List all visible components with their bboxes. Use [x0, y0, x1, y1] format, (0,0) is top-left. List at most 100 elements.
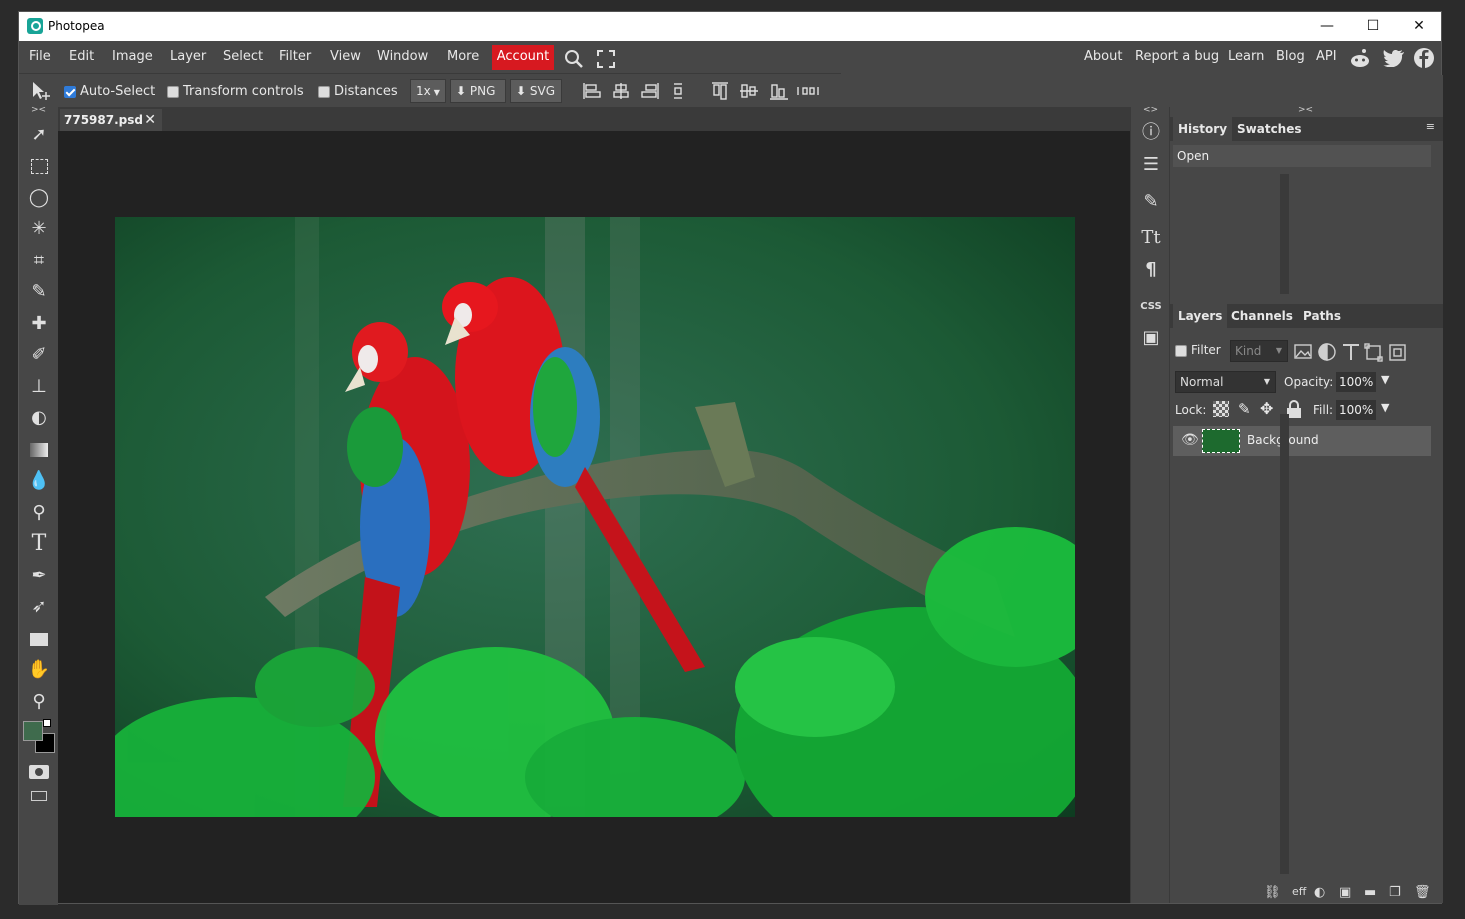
layers-panel-footer: ⛓ eff ◐ ▣ ▬ ❐ 🗑 — [1170, 885, 1443, 903]
menu-report-bug[interactable]: Report a bug — [1135, 49, 1219, 64]
layer-thumbnail — [1202, 429, 1240, 453]
layer-mask-icon[interactable]: ▣ — [1339, 885, 1351, 900]
auto-select-checkbox[interactable] — [64, 86, 76, 98]
collapse-panels-icon[interactable]: >< — [1298, 105, 1313, 115]
lock-position-icon[interactable]: ✥ — [1260, 399, 1273, 418]
transform-controls-checkbox[interactable] — [167, 86, 179, 98]
info-icon[interactable]: ⓘ — [1139, 121, 1163, 145]
quick-mask-icon[interactable] — [29, 765, 49, 779]
tab-layers[interactable]: Layers — [1173, 304, 1228, 328]
eraser-tool-icon[interactable]: ◐ — [25, 404, 53, 432]
pen-tool-icon[interactable]: ✒ — [25, 562, 53, 590]
tab-swatches[interactable]: Swatches — [1232, 117, 1307, 141]
brush-settings-icon[interactable]: ✎ — [1139, 190, 1163, 214]
menu-filter[interactable]: Filter — [279, 49, 311, 64]
kind-placeholder: Kind — [1235, 344, 1262, 358]
document-canvas[interactable] — [115, 217, 1075, 817]
layer-row[interactable]: 👁 Background — [1173, 426, 1431, 456]
delete-layer-icon[interactable]: 🗑 — [1414, 885, 1431, 900]
document-tab[interactable]: 775987.psd ✕ — [60, 109, 162, 131]
tab-channels[interactable]: Channels — [1226, 304, 1298, 328]
paragraph-icon[interactable]: ¶ — [1139, 258, 1163, 282]
menu-edit[interactable]: Edit — [69, 49, 94, 64]
history-scrollbar[interactable] — [1280, 174, 1289, 294]
menu-more[interactable]: More — [447, 49, 479, 64]
filter-checkbox[interactable] — [1175, 345, 1187, 357]
lasso-tool-icon[interactable]: ◯ — [25, 184, 53, 212]
menu-blog[interactable]: Blog — [1276, 49, 1305, 64]
rectangle-tool-icon[interactable] — [25, 625, 53, 653]
tab-history[interactable]: History — [1173, 117, 1233, 141]
layer-effects-button[interactable]: eff — [1292, 885, 1306, 898]
expand-strip-icon[interactable]: <> — [1143, 105, 1158, 115]
export-svg-button[interactable]: ⬇ SVG — [510, 79, 562, 103]
dodge-tool-icon[interactable]: ⚲ — [25, 499, 53, 527]
opacity-dropdown-icon[interactable]: ▼ — [1381, 373, 1389, 386]
menu-view[interactable]: View — [330, 49, 361, 64]
foreground-color-swatch-front[interactable] — [23, 721, 43, 741]
hand-tool-icon[interactable]: ✋ — [25, 656, 53, 684]
move-tool-icon[interactable]: ➚ — [25, 121, 53, 149]
gradient-tool-icon[interactable] — [25, 436, 53, 464]
menu-layer[interactable]: Layer — [170, 49, 206, 64]
menu-window[interactable]: Window — [377, 49, 428, 64]
minimize-button[interactable]: — — [1304, 12, 1350, 41]
link-layers-icon[interactable]: ⛓ — [1264, 885, 1281, 900]
menu-learn[interactable]: Learn — [1228, 49, 1264, 64]
eyedropper-tool-icon[interactable]: ✎ — [25, 278, 53, 306]
reddit-icon[interactable] — [1349, 48, 1371, 68]
fullscreen-icon[interactable] — [597, 50, 615, 68]
zoom-select[interactable]: 1x ▼ — [410, 79, 446, 103]
brush-tool-icon[interactable]: ✐ — [25, 341, 53, 369]
document-tab-bar: 775987.psd ✕ — [58, 107, 1130, 131]
fill-input[interactable]: 100% — [1336, 400, 1376, 420]
blend-mode-select[interactable]: Normal ▼ — [1175, 371, 1276, 393]
export-png-button[interactable]: ⬇ PNG — [450, 79, 506, 103]
menu-file[interactable]: File — [29, 49, 51, 64]
blur-tool-icon[interactable]: 💧 — [25, 467, 53, 495]
menu-select[interactable]: Select — [223, 49, 263, 64]
fill-dropdown-icon[interactable]: ▼ — [1381, 401, 1389, 414]
account-button[interactable]: Account — [492, 45, 554, 70]
adjustments-icon[interactable]: ☰ — [1139, 153, 1163, 177]
collapse-toolbox-icon[interactable]: >< — [31, 105, 46, 115]
adjustment-layer-icon[interactable]: ◐ — [1314, 885, 1325, 900]
path-select-tool-icon[interactable]: ➶ — [25, 593, 53, 621]
healing-brush-tool-icon[interactable]: ✚ — [25, 310, 53, 338]
screen-mode-icon[interactable] — [31, 791, 47, 801]
lock-pixels-icon[interactable]: ✎ — [1238, 400, 1251, 418]
magic-wand-tool-icon[interactable]: ✳ — [25, 215, 53, 243]
align-left-icon — [583, 83, 601, 99]
layers-scrollbar[interactable] — [1280, 414, 1289, 874]
menu-about[interactable]: About — [1084, 49, 1122, 64]
panel-menu-icon[interactable]: ≡ — [1426, 120, 1435, 133]
menu-api[interactable]: API — [1316, 49, 1337, 64]
twitter-icon[interactable] — [1383, 49, 1405, 67]
maximize-button[interactable]: ☐ — [1350, 12, 1396, 41]
tab-paths[interactable]: Paths — [1298, 304, 1346, 328]
clone-stamp-tool-icon[interactable]: ⊥ — [25, 373, 53, 401]
move-tool-icon[interactable] — [29, 80, 53, 102]
visibility-eye-icon[interactable]: 👁 — [1181, 432, 1199, 448]
type-tool-icon[interactable]: T — [25, 530, 53, 558]
shape-filter-icon — [1364, 343, 1383, 362]
close-tab-icon[interactable]: ✕ — [144, 109, 156, 131]
facebook-icon[interactable] — [1414, 48, 1434, 68]
history-item[interactable]: Open — [1173, 145, 1431, 167]
crop-tool-icon[interactable]: ⌗ — [25, 247, 53, 275]
character-icon[interactable]: Tt — [1139, 226, 1163, 250]
kind-select[interactable]: Kind ▼ — [1230, 340, 1288, 362]
default-colors-icon[interactable] — [43, 719, 51, 727]
css-icon[interactable]: CSS — [1139, 295, 1163, 319]
distances-checkbox[interactable] — [318, 86, 330, 98]
new-group-icon[interactable]: ▬ — [1364, 885, 1376, 900]
search-icon[interactable] — [564, 49, 584, 69]
image-icon[interactable]: ▣ — [1139, 326, 1163, 350]
zoom-tool-icon[interactable]: ⚲ — [25, 688, 53, 716]
close-button[interactable]: ✕ — [1396, 12, 1442, 41]
lock-transparency-icon[interactable] — [1213, 401, 1229, 417]
new-layer-icon[interactable]: ❐ — [1389, 885, 1401, 900]
menu-image[interactable]: Image — [112, 49, 153, 64]
opacity-input[interactable]: 100% — [1336, 372, 1376, 392]
marquee-tool-icon[interactable] — [25, 152, 53, 180]
